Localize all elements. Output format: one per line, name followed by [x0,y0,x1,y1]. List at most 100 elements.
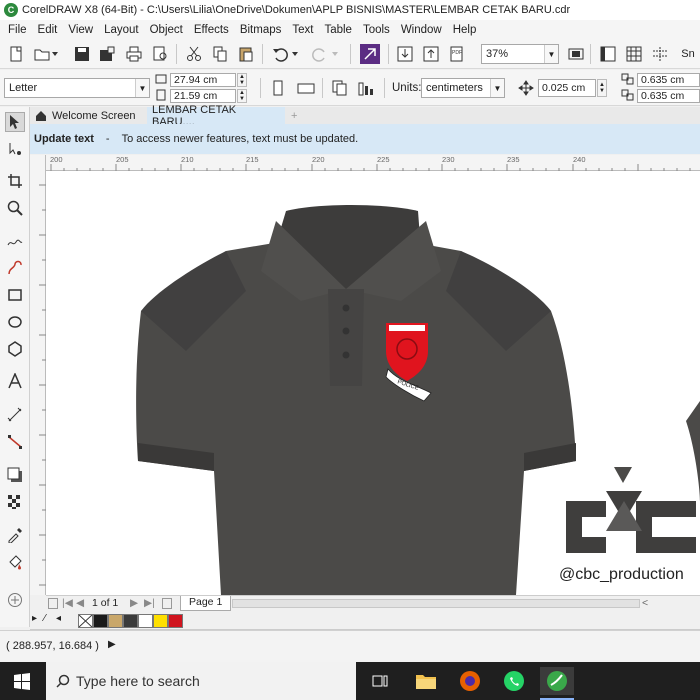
menu-text[interactable]: Text [290,24,322,36]
drop-shadow-tool-icon[interactable] [5,465,25,485]
undo-icon[interactable] [270,44,290,64]
menu-object[interactable]: Object [148,24,192,36]
open-recent-chevron-icon[interactable] [50,44,60,64]
add-page-icon[interactable] [162,598,172,609]
print-preview-icon[interactable] [150,44,170,64]
duplicate-distance-y-field[interactable]: 0.635 cm [637,89,700,103]
menu-tools[interactable]: Tools [361,24,399,36]
first-page-icon[interactable]: |◀ [62,597,73,609]
freehand-tool-icon[interactable] [5,231,25,251]
color-swatch[interactable] [93,614,108,628]
redo-icon[interactable] [310,44,330,64]
page-height-field[interactable]: 21.59 cm [170,89,236,103]
drawing-canvas[interactable]: POLICE @cbc_production [46,171,700,595]
search-content-icon[interactable] [360,44,380,64]
new-document-icon[interactable] [6,44,26,64]
taskbar-search-box[interactable]: Type here to search [46,662,356,700]
color-swatch[interactable] [168,614,183,628]
page-height-spinner[interactable]: ▲ ▼ [237,89,247,103]
polo-shirt-artwork[interactable]: POLICE @cbc_production [46,171,700,595]
color-swatch[interactable] [153,614,168,628]
previous-page-icon[interactable]: ◀ [76,597,84,609]
menu-bitmaps[interactable]: Bitmaps [238,24,291,36]
all-pages-icon[interactable] [330,78,350,98]
menu-table[interactable]: Table [322,24,361,36]
page-options-icon[interactable] [48,598,58,609]
page-size-select[interactable]: Letter ▼ [4,78,150,98]
current-page-icon[interactable] [356,78,376,98]
landscape-orientation-icon[interactable] [296,78,316,98]
open-folder-icon[interactable] [32,44,52,64]
zoom-level-select[interactable]: 37% ▼ [481,44,559,64]
export-icon[interactable] [421,44,441,64]
menu-effects[interactable]: Effects [192,24,238,36]
portrait-orientation-icon[interactable] [268,78,288,98]
next-page-icon[interactable]: ▶ [130,597,138,609]
color-swatch[interactable] [138,614,153,628]
cut-icon[interactable] [184,44,204,64]
print-icon[interactable] [124,44,144,64]
whatsapp-icon[interactable] [500,667,528,695]
parallel-dimension-tool-icon[interactable] [5,405,25,425]
nudge-distance-field[interactable]: 0.025 cm [538,79,596,97]
color-swatch[interactable] [108,614,123,628]
connector-tool-icon[interactable] [5,432,25,452]
coreldraw-taskbar-icon[interactable] [540,667,574,695]
transparency-tool-icon[interactable] [5,492,25,512]
menu-edit[interactable]: Edit [36,24,67,36]
save-icon[interactable] [72,44,92,64]
artistic-media-tool-icon[interactable] [5,258,25,278]
horizontal-scrollbar[interactable] [232,599,640,608]
tab-welcome-screen[interactable]: Welcome Screen [30,107,146,124]
color-swatch[interactable] [123,614,138,628]
last-page-icon[interactable]: ▶| [144,597,155,609]
rectangle-tool-icon[interactable] [5,285,25,305]
menu-window[interactable]: Window [399,24,451,36]
scroll-left-arrow-icon[interactable]: < [642,597,648,609]
interactive-fill-tool-icon[interactable] [5,552,25,572]
duplicate-distance-x-field[interactable]: 0.635 cm [637,73,700,87]
menu-file[interactable]: File [6,24,36,36]
paste-icon[interactable] [236,44,256,64]
firefox-icon[interactable] [456,667,484,695]
eyedropper-small-icon[interactable]: ⁄ [44,613,46,624]
menu-view[interactable]: View [66,24,102,36]
show-rulers-icon[interactable] [598,44,618,64]
menu-layout[interactable]: Layout [102,24,148,36]
units-label: Units: [392,82,422,94]
page-width-field[interactable]: 27.94 cm [170,73,236,87]
copy-icon[interactable] [210,44,230,64]
no-color-swatch[interactable] [78,614,93,628]
eyedropper-tool-icon[interactable] [5,525,25,545]
windows-start-icon[interactable] [8,667,36,695]
file-explorer-icon[interactable] [412,667,440,695]
show-grid-icon[interactable] [624,44,644,64]
palette-menu-icon[interactable]: ▸ [32,613,37,624]
shape-tool-icon[interactable] [5,139,25,159]
new-tab-plus-icon[interactable]: + [286,107,304,124]
zoom-tool-icon[interactable] [5,198,25,218]
page-tab-1[interactable]: Page 1 [180,596,232,611]
menu-help[interactable]: Help [451,24,486,36]
tab-lembar-cetak-baru[interactable]: LEMBAR CETAK BARU.... [147,104,285,128]
palette-expand-icon[interactable]: ◂ [56,613,61,624]
text-tool-icon[interactable] [5,371,25,391]
add-tool-plus-icon[interactable] [5,590,25,610]
redo-list-chevron-icon[interactable] [330,44,340,64]
task-view-icon[interactable] [366,667,394,695]
undo-list-chevron-icon[interactable] [290,44,300,64]
pick-tool-icon[interactable] [5,112,25,132]
status-expand-icon[interactable]: ▶ [108,639,116,650]
publish-pdf-icon[interactable]: PDF [447,44,467,64]
import-icon[interactable] [395,44,415,64]
crop-tool-icon[interactable] [5,171,25,191]
snap-to-dropdown[interactable]: Sn [676,44,700,64]
units-select[interactable]: centimeters ▼ [421,78,505,98]
full-screen-preview-icon[interactable] [566,44,586,64]
show-guidelines-icon[interactable] [650,44,670,64]
page-width-spinner[interactable]: ▲ ▼ [237,73,247,87]
polygon-tool-icon[interactable] [5,339,25,359]
cloud-sync-icon[interactable] [97,44,117,64]
nudge-distance-spinner[interactable]: ▲ ▼ [597,79,607,97]
ellipse-tool-icon[interactable] [5,312,25,332]
